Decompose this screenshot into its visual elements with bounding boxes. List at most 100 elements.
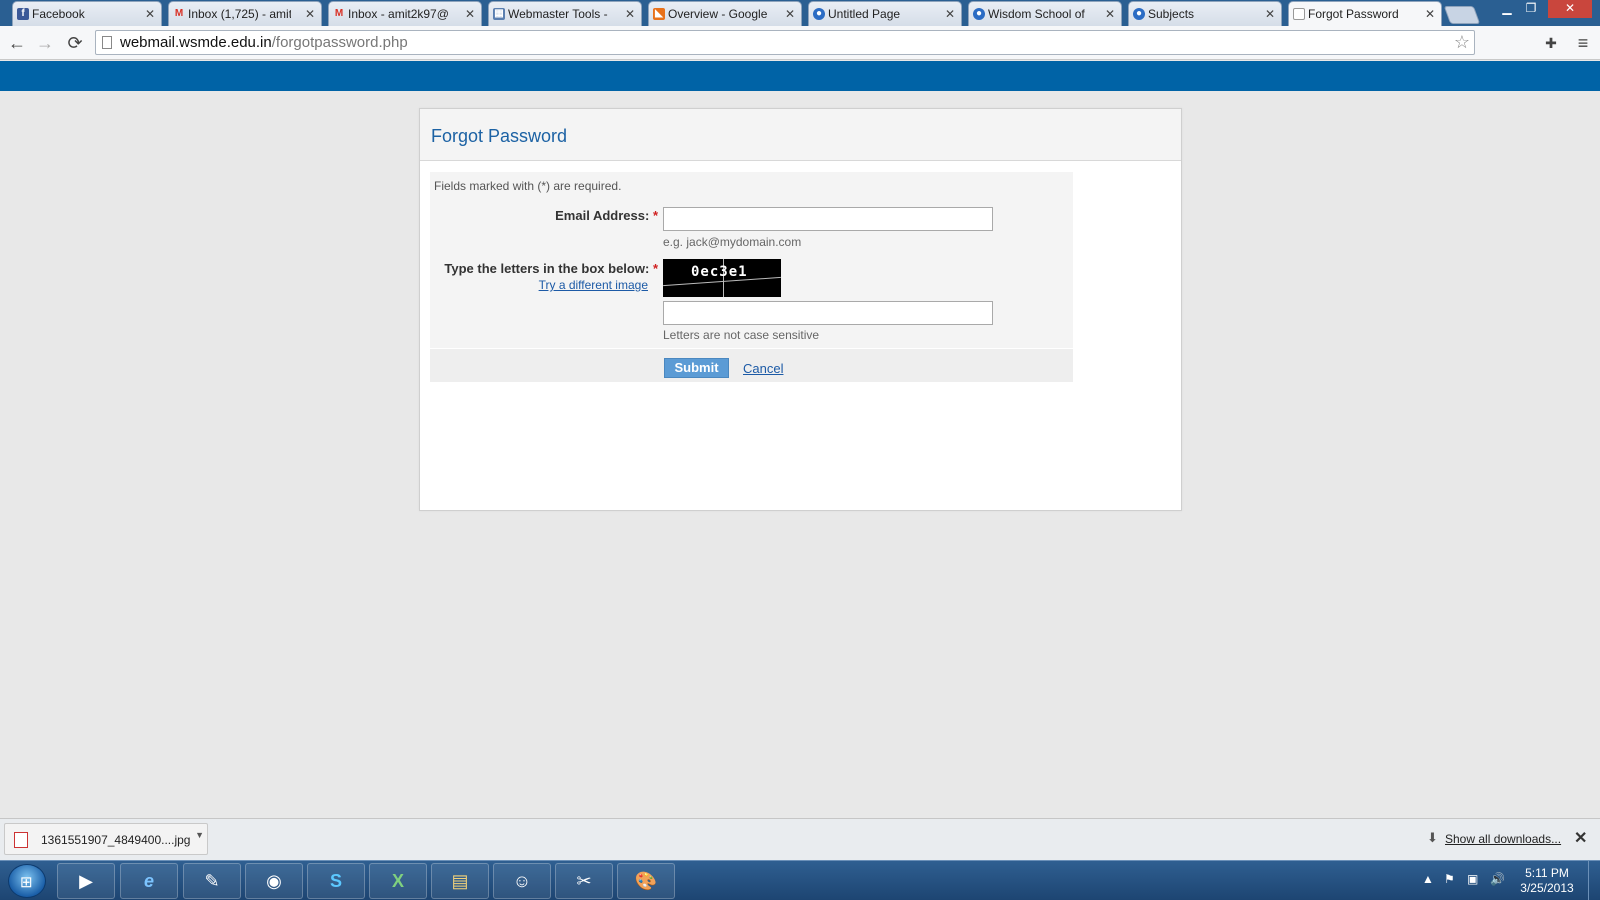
tab-label: Inbox - amit2k97@ (348, 7, 449, 21)
email-field[interactable] (663, 207, 993, 231)
clock-date: 3/25/2013 (1520, 881, 1574, 895)
tray-expand-icon[interactable]: ▲ (1422, 872, 1434, 886)
volume-icon[interactable]: 🔊 (1490, 872, 1505, 886)
tab-webmaster-tools[interactable]: ▦ Webmaster Tools - ✕ (488, 1, 642, 26)
image-file-icon (14, 832, 28, 848)
required-note: Fields marked with (*) are required. (434, 179, 622, 193)
cancel-link[interactable]: Cancel (743, 361, 783, 376)
close-icon[interactable]: ✕ (145, 7, 155, 21)
taskbar-clock[interactable]: 5:11 PM 3/25/2013 (1512, 866, 1582, 896)
windows-logo-icon: ⊞ (20, 874, 33, 891)
close-icon[interactable]: ✕ (305, 7, 315, 21)
browser-toolbar: ← → ⟳ webmail.wsmde.edu.in/forgotpasswor… (0, 26, 1600, 60)
tab-label: Subjects (1148, 7, 1195, 21)
close-icon[interactable]: ✕ (1425, 7, 1435, 21)
email-label: Email Address: * (430, 208, 658, 223)
submit-button[interactable]: Submit (664, 358, 729, 378)
tab-analytics-overview[interactable]: ◣ Overview - Google ✕ (648, 1, 802, 26)
form-actions: Submit Cancel (430, 348, 1073, 382)
captcha-hint: Letters are not case sensitive (663, 328, 820, 342)
internet-explorer-icon[interactable]: e (120, 863, 178, 899)
tab-label: Wisdom School of (988, 7, 1085, 21)
show-all-downloads-link[interactable]: Show all downloads... (1445, 832, 1561, 846)
close-icon[interactable]: ✕ (785, 7, 795, 21)
windows-taskbar: ⊞ ▶ e ✎ ◉ S X ▤ ☺ ✂ 🎨 ▲ ⚑ ▣ 🔊 5:11 PM 3/… (0, 860, 1600, 900)
clock-time: 5:11 PM (1525, 866, 1569, 880)
email-label-text: Email Address: (555, 208, 650, 223)
download-shelf: 1361551907_4849400....jpg ▼ ⬇ Show all d… (0, 818, 1600, 860)
gmail-icon: M (174, 8, 184, 19)
bookmark-star-icon[interactable]: ☆ (1454, 32, 1470, 53)
close-icon[interactable]: ✕ (1265, 7, 1275, 21)
sticky-app-icon[interactable]: ✎ (183, 863, 241, 899)
try-different-image-link[interactable]: Try a different image (530, 278, 648, 292)
email-hint: e.g. jack@mydomain.com (663, 235, 802, 249)
close-icon[interactable]: ✕ (465, 7, 475, 21)
forward-arrow-icon[interactable]: → (34, 32, 56, 54)
tab-inbox-2[interactable]: M Inbox - amit2k97@ ✕ (328, 1, 482, 26)
people-app-icon[interactable]: ☺ (493, 863, 551, 899)
tab-inbox-1[interactable]: M Inbox (1,725) - amit ✕ (168, 1, 322, 26)
tab-label: Webmaster Tools - (508, 7, 608, 21)
address-bar[interactable]: webmail.wsmde.edu.in/forgotpassword.php … (95, 30, 1475, 55)
globe-icon: ● (813, 8, 825, 20)
forgot-password-form: Fields marked with (*) are required. Ema… (430, 172, 1073, 382)
forgot-password-panel: Forgot Password Fields marked with (*) a… (419, 108, 1182, 511)
tab-label: Forgot Password (1308, 7, 1399, 21)
chevron-down-icon[interactable]: ▼ (195, 830, 204, 840)
tab-untitled-page[interactable]: ● Untitled Page ✕ (808, 1, 962, 26)
show-desktop-button[interactable] (1588, 861, 1600, 900)
tab-label: Inbox (1,725) - amit (188, 7, 291, 21)
captcha-label-text: Type the letters in the box below: (444, 261, 650, 276)
tab-subjects[interactable]: ● Subjects ✕ (1128, 1, 1282, 26)
tab-label: Facebook (32, 7, 85, 21)
back-arrow-icon[interactable]: ← (6, 32, 28, 54)
tab-forgot-password[interactable]: Forgot Password ✕ (1288, 1, 1442, 27)
captcha-input[interactable] (663, 301, 993, 325)
excel-icon[interactable]: X (369, 863, 427, 899)
captcha-label: Type the letters in the box below: * (430, 261, 658, 276)
facebook-icon: f (17, 8, 29, 20)
close-icon[interactable]: ✕ (1105, 7, 1115, 21)
page-icon (1293, 8, 1305, 20)
site-header-bar (0, 61, 1600, 91)
snipping-tool-icon[interactable]: ✂ (555, 863, 613, 899)
globe-icon: ● (1133, 8, 1145, 20)
captcha-image: 0ec3e1 (663, 259, 781, 297)
url-path: /forgotpassword.php (271, 34, 408, 51)
action-center-flag-icon[interactable]: ⚑ (1444, 872, 1455, 886)
tab-label: Untitled Page (828, 7, 901, 21)
close-icon[interactable]: ✕ (1574, 828, 1587, 848)
minimize-icon[interactable]: ▁ (1496, 0, 1518, 18)
restore-icon[interactable]: ❐ (1520, 0, 1542, 18)
page-title: Forgot Password (431, 126, 568, 146)
download-filename: 1361551907_4849400....jpg (41, 833, 191, 847)
panel-header: Forgot Password (420, 109, 1181, 161)
extensions-icon[interactable]: ✚ (1540, 32, 1562, 54)
download-arrow-icon: ⬇ (1427, 830, 1438, 845)
new-tab-button[interactable] (1443, 6, 1481, 24)
network-icon[interactable]: ▣ (1467, 872, 1478, 886)
file-explorer-icon[interactable]: ▤ (431, 863, 489, 899)
webmaster-icon: ▦ (493, 8, 505, 20)
skype-icon[interactable]: S (307, 863, 365, 899)
tab-wisdom-school[interactable]: ● Wisdom School of ✕ (968, 1, 1122, 26)
close-icon[interactable]: ✕ (625, 7, 635, 21)
paint-icon[interactable]: 🎨 (617, 863, 675, 899)
required-mark: * (652, 261, 658, 276)
tab-facebook[interactable]: f Facebook ✕ (12, 1, 162, 26)
gmail-icon: M (334, 8, 344, 19)
media-player-icon[interactable]: ▶ (57, 863, 115, 899)
start-button[interactable]: ⊞ (8, 864, 46, 898)
close-icon[interactable]: ✕ (945, 7, 955, 21)
tab-label: Overview - Google (668, 7, 768, 21)
required-mark: * (652, 208, 658, 223)
url-host: webmail.wsmde.edu.in (120, 34, 272, 51)
analytics-icon: ◣ (653, 8, 665, 20)
menu-icon[interactable]: ≡ (1572, 32, 1594, 54)
captcha-text: 0ec3e1 (691, 264, 748, 280)
reload-icon[interactable]: ⟳ (64, 32, 86, 54)
chrome-icon[interactable]: ◉ (245, 863, 303, 899)
download-item[interactable]: 1361551907_4849400....jpg ▼ (4, 823, 208, 855)
window-close-icon[interactable]: ✕ (1548, 0, 1592, 18)
